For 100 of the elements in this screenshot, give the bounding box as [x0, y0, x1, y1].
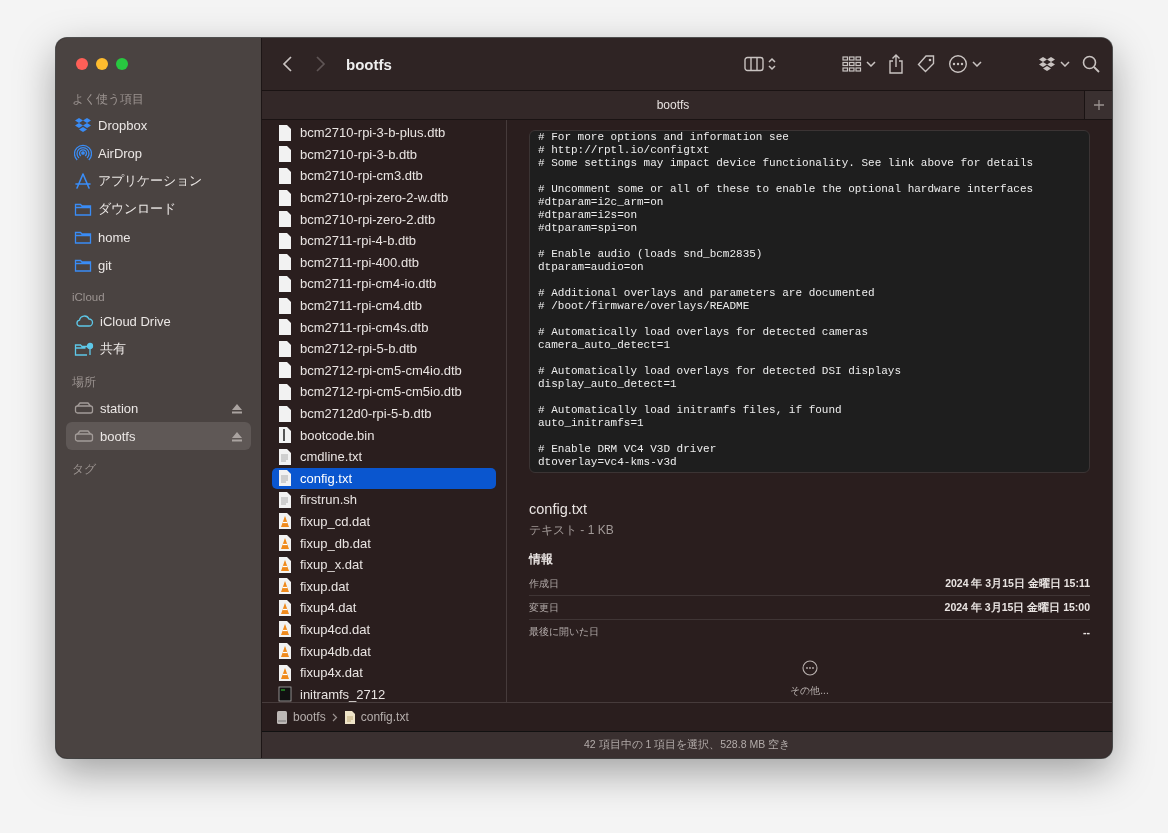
document-icon — [278, 296, 292, 315]
sidebar-item[interactable]: iCloud Drive — [66, 307, 251, 335]
document-icon — [278, 382, 292, 401]
document-icon — [278, 210, 292, 229]
file-item[interactable]: firstrun.sh — [272, 489, 496, 511]
traffic-cone-file-icon — [278, 663, 292, 682]
info-heading: 情報 — [529, 551, 554, 568]
cloud-icon — [74, 313, 94, 329]
file-item[interactable]: bcm2712-rpi-cm5-cm5io.dtb — [272, 381, 496, 403]
sidebar-item[interactable]: git — [66, 251, 251, 279]
info-label: 変更日 — [529, 600, 559, 615]
chevron-right-icon — [315, 55, 326, 73]
folder-icon — [74, 229, 92, 245]
file-item[interactable]: config.txt — [272, 467, 496, 490]
path-item[interactable]: config.txt — [343, 709, 409, 725]
file-item[interactable]: cmdline.txt — [272, 445, 496, 468]
grid-icon — [842, 56, 862, 72]
drive-icon — [74, 401, 94, 415]
tag-icon — [916, 54, 936, 74]
file-item[interactable]: bcm2711-rpi-4-b.dtb — [272, 229, 496, 252]
plus-icon — [1092, 99, 1105, 111]
text-file-icon — [343, 709, 356, 725]
sidebar-item[interactable]: Dropbox — [66, 111, 251, 139]
sidebar-item[interactable]: station — [66, 394, 251, 422]
sidebar-item[interactable]: 共有 — [66, 335, 251, 363]
traffic-cone-file-icon — [278, 598, 292, 617]
more-button[interactable]: その他... — [784, 659, 835, 699]
status-text: 42 項目中の 1 項目を選択、528.8 MB 空き — [583, 738, 791, 752]
text-file-icon — [278, 447, 292, 466]
file-item[interactable]: fixup_cd.dat — [272, 510, 496, 533]
binary-file-icon — [278, 426, 292, 445]
document-icon — [278, 361, 292, 380]
app-store-icon — [74, 172, 92, 190]
sidebar-item[interactable]: home — [66, 223, 251, 251]
info-label: 作成日 — [529, 576, 559, 591]
tab[interactable]: bootfs — [262, 91, 1084, 119]
chevron-down-icon — [1060, 61, 1070, 67]
file-kind-size: テキスト - 1 KB — [529, 522, 615, 539]
traffic-cone-file-icon — [278, 620, 292, 639]
file-item[interactable]: bcm2712-rpi-cm5-cm4io.dtb — [272, 359, 496, 382]
ellipsis-circle-icon — [948, 54, 968, 74]
file-item[interactable]: fixup.dat — [272, 575, 496, 598]
file-item[interactable]: fixup4cd.dat — [272, 618, 496, 641]
document-icon — [278, 188, 292, 207]
traffic-cone-file-icon — [278, 642, 292, 661]
document-icon — [278, 145, 292, 164]
file-item[interactable]: bcm2710-rpi-zero-2-w.dtb — [272, 186, 496, 209]
file-item[interactable]: fixup4.dat — [272, 597, 496, 619]
minimize-window-button[interactable] — [96, 58, 108, 70]
file-item[interactable]: bcm2711-rpi-cm4.dtb — [272, 294, 496, 317]
chevron-down-icon — [866, 61, 876, 67]
close-window-button[interactable] — [76, 58, 88, 70]
zoom-window-button[interactable] — [116, 58, 128, 70]
file-item[interactable]: bcm2710-rpi-3-b.dtb — [272, 143, 496, 166]
search-icon — [1082, 55, 1100, 73]
traffic-cone-file-icon — [278, 512, 292, 531]
info-value: 2024 年 3月15日 金曜日 15:00 — [944, 600, 1090, 615]
file-item[interactable]: bootcode.bin — [272, 424, 496, 446]
file-item[interactable]: bcm2710-rpi-zero-2.dtb — [272, 208, 496, 230]
document-icon — [278, 253, 292, 272]
file-item[interactable]: fixup_x.dat — [272, 553, 496, 576]
file-item[interactable]: bcm2712d0-rpi-5-b.dtb — [272, 402, 496, 425]
text-file-icon — [278, 469, 292, 488]
file-item[interactable]: fixup4x.dat — [272, 661, 496, 684]
sidebar-item[interactable]: アプリケーション — [66, 167, 251, 195]
file-item[interactable]: bcm2710-rpi-cm3.dtb — [272, 165, 496, 187]
path-item[interactable]: bootfs — [276, 709, 326, 725]
file-item[interactable]: bcm2711-rpi-400.dtb — [272, 251, 496, 274]
traffic-cone-file-icon — [278, 577, 292, 596]
drive-icon — [276, 709, 288, 725]
terminal-file-icon — [278, 685, 292, 702]
document-icon — [278, 404, 292, 423]
sidebar-item[interactable]: ダウンロード — [66, 195, 251, 223]
dropbox-icon — [74, 117, 92, 133]
new-tab-button[interactable] — [1084, 91, 1112, 119]
window-title: bootfs — [346, 55, 393, 73]
document-icon — [278, 167, 292, 185]
chevron-right-icon — [331, 712, 338, 722]
traffic-cone-file-icon — [278, 555, 292, 574]
sidebar-section-header: iCloud — [71, 291, 106, 303]
file-item[interactable]: fixup4db.dat — [272, 640, 496, 662]
code-text: # For more options and information see # http://rptl.io/configtxt # Some settings may impact device functionality. See link above for details # Uncomment some or all of these to enable the optional hardware interfaces #dtparam=i2c_arm=on #dtparam=i2s=on #dtparam=spi=on # Enable audio (loads snd_bcm2835) dtparam=audio=on # Additional overlays and parameters are documented # /boot/firmware/overlays/README # Automatically load overlays for detected cameras camera_auto_detect=1 # Automatically load overlays for detected DSI displays display_auto_detect=1 # Automatically load initramfs files, if found auto_initramfs=1 # Enable DRM VC4 V3D driver dtoverlay=vc4-kms-v3d — [529, 130, 1090, 473]
sidebar-item[interactable]: AirDrop — [66, 139, 251, 167]
up-down-chevron-icon — [768, 57, 776, 71]
sidebar-item[interactable]: bootfs — [66, 422, 251, 450]
traffic-cone-file-icon — [278, 534, 292, 553]
file-item[interactable]: bcm2710-rpi-3-b-plus.dtb — [272, 122, 496, 144]
document-icon — [278, 339, 292, 358]
document-icon — [278, 231, 292, 250]
file-item[interactable]: bcm2711-rpi-cm4-io.dtb — [272, 273, 496, 295]
info-value: -- — [1083, 625, 1090, 638]
file-item[interactable]: bcm2712-rpi-5-b.dtb — [272, 337, 496, 360]
chevron-left-icon — [282, 55, 293, 73]
text-file-icon — [278, 490, 292, 509]
columns-icon — [744, 56, 764, 72]
shared-folder-icon — [74, 341, 94, 357]
file-name: config.txt — [529, 501, 589, 517]
file-item[interactable]: initramfs_2712 — [272, 683, 496, 702]
file-item[interactable]: bcm2711-rpi-cm4s.dtb — [272, 316, 496, 338]
file-item[interactable]: fixup_db.dat — [272, 532, 496, 554]
